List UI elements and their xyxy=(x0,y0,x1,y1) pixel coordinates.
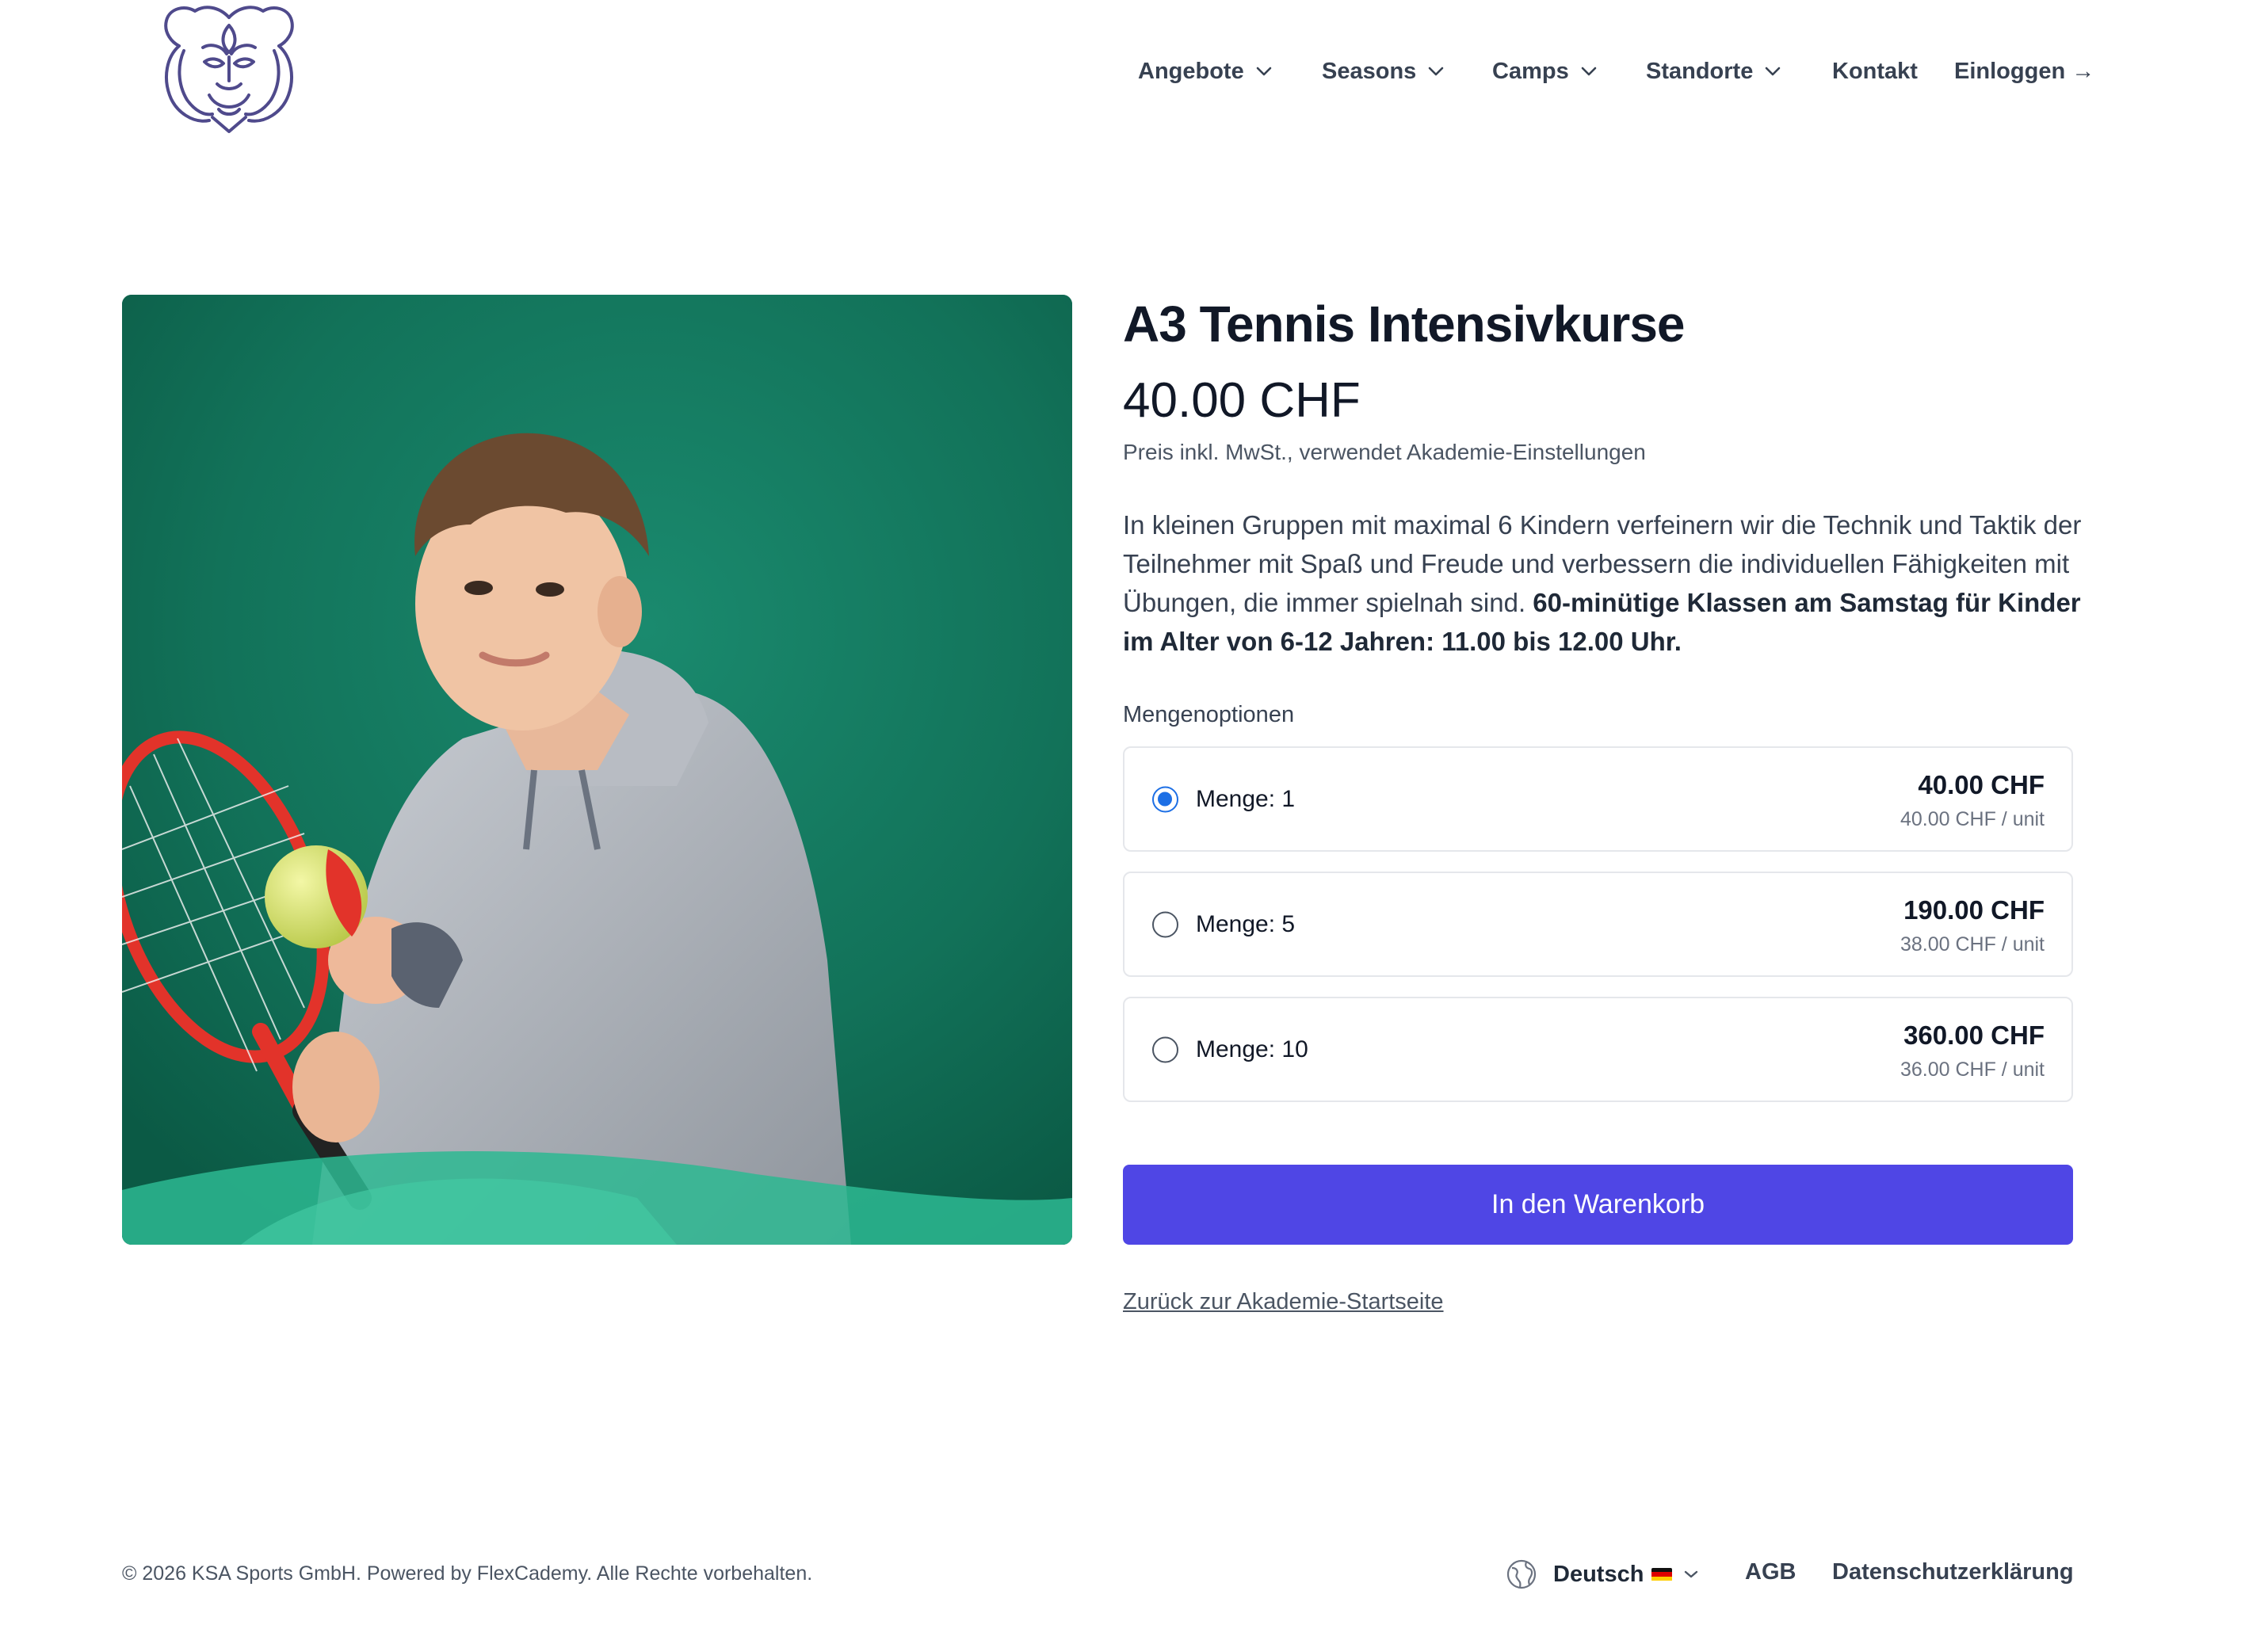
nav-angebote-label: Angebote xyxy=(1138,58,1244,84)
quantity-options-title: Mengenoptionen xyxy=(1123,702,1295,727)
nav-standorte-label: Standorte xyxy=(1646,58,1754,84)
nav-login-label: Einloggen → xyxy=(1954,58,2095,84)
quantity-option-label: Menge: 1 xyxy=(1196,785,1296,812)
radio-button[interactable] xyxy=(1152,1036,1178,1062)
price-note: Preis inkl. MwSt., verwendet Akademie-Ei… xyxy=(1123,440,1646,464)
product-photo xyxy=(122,295,1072,1245)
chevron-down-icon xyxy=(1766,67,1781,76)
back-to-academy-link[interactable]: Zurück zur Akademie-Startseite xyxy=(1123,1289,1444,1315)
radio-button-selected[interactable] xyxy=(1152,786,1178,812)
chevron-down-icon xyxy=(1685,1570,1698,1578)
quantity-option-unit-price: 40.00 CHF / unit xyxy=(1900,808,2045,830)
product-title: A3 Tennis Intensivkurse xyxy=(1123,296,1685,353)
quantity-option-total: 360.00 CHF xyxy=(1903,1020,2045,1050)
nav-kontakt-label: Kontakt xyxy=(1832,58,1918,84)
product-description: In kleinen Gruppen mit maximal 6 Kindern… xyxy=(1123,505,2086,661)
quantity-option-total: 40.00 CHF xyxy=(1918,770,2045,799)
quantity-option-unit-price: 38.00 CHF / unit xyxy=(1900,933,2045,956)
chevron-down-icon xyxy=(1428,67,1444,76)
german-flag-icon xyxy=(1651,1567,1673,1581)
lion-logo-icon[interactable] xyxy=(155,2,303,133)
nav-login-link[interactable]: Einloggen → xyxy=(1954,55,2094,87)
nav-seasons[interactable]: Seasons xyxy=(1322,55,1445,87)
chevron-down-icon xyxy=(1581,67,1597,76)
quantity-option-label: Menge: 5 xyxy=(1196,910,1296,937)
language-selector[interactable]: Deutsch xyxy=(1506,1557,1699,1592)
quantity-option-10[interactable]: Menge: 10 360.00 CHF 36.00 CHF / unit xyxy=(1123,997,2073,1102)
quantity-option-unit-price: 36.00 CHF / unit xyxy=(1900,1059,2045,1081)
language-label: Deutsch xyxy=(1553,1561,1644,1587)
add-to-cart-button[interactable]: In den Warenkorb xyxy=(1123,1165,2073,1245)
nav-angebote[interactable]: Angebote xyxy=(1138,55,1273,87)
quantity-option-5[interactable]: Menge: 5 190.00 CHF 38.00 CHF / unit xyxy=(1123,872,2073,977)
footer-link-privacy[interactable]: Datenschutzerklärung xyxy=(1832,1559,2074,1585)
nav-camps[interactable]: Camps xyxy=(1492,55,1598,87)
radio-button[interactable] xyxy=(1152,911,1178,937)
chevron-down-icon xyxy=(1256,67,1272,76)
footer-copyright: © 2026 KSA Sports GmbH. Powered by FlexC… xyxy=(122,1562,813,1585)
nav-seasons-label: Seasons xyxy=(1322,58,1417,84)
footer-link-agb[interactable]: AGB xyxy=(1745,1559,1796,1585)
site-header: Angebote Seasons Camps Standorte Kontakt… xyxy=(0,0,2268,143)
product-price: 40.00 CHF xyxy=(1123,373,1361,428)
globe-icon xyxy=(1506,1559,1537,1589)
nav-camps-label: Camps xyxy=(1492,58,1569,84)
quantity-option-1[interactable]: Menge: 1 40.00 CHF 40.00 CHF / unit xyxy=(1123,746,2073,852)
nav-standorte[interactable]: Standorte xyxy=(1646,55,1781,87)
quantity-option-total: 190.00 CHF xyxy=(1903,895,2045,925)
nav-kontakt[interactable]: Kontakt xyxy=(1832,55,1918,87)
quantity-option-label: Menge: 10 xyxy=(1196,1036,1308,1062)
